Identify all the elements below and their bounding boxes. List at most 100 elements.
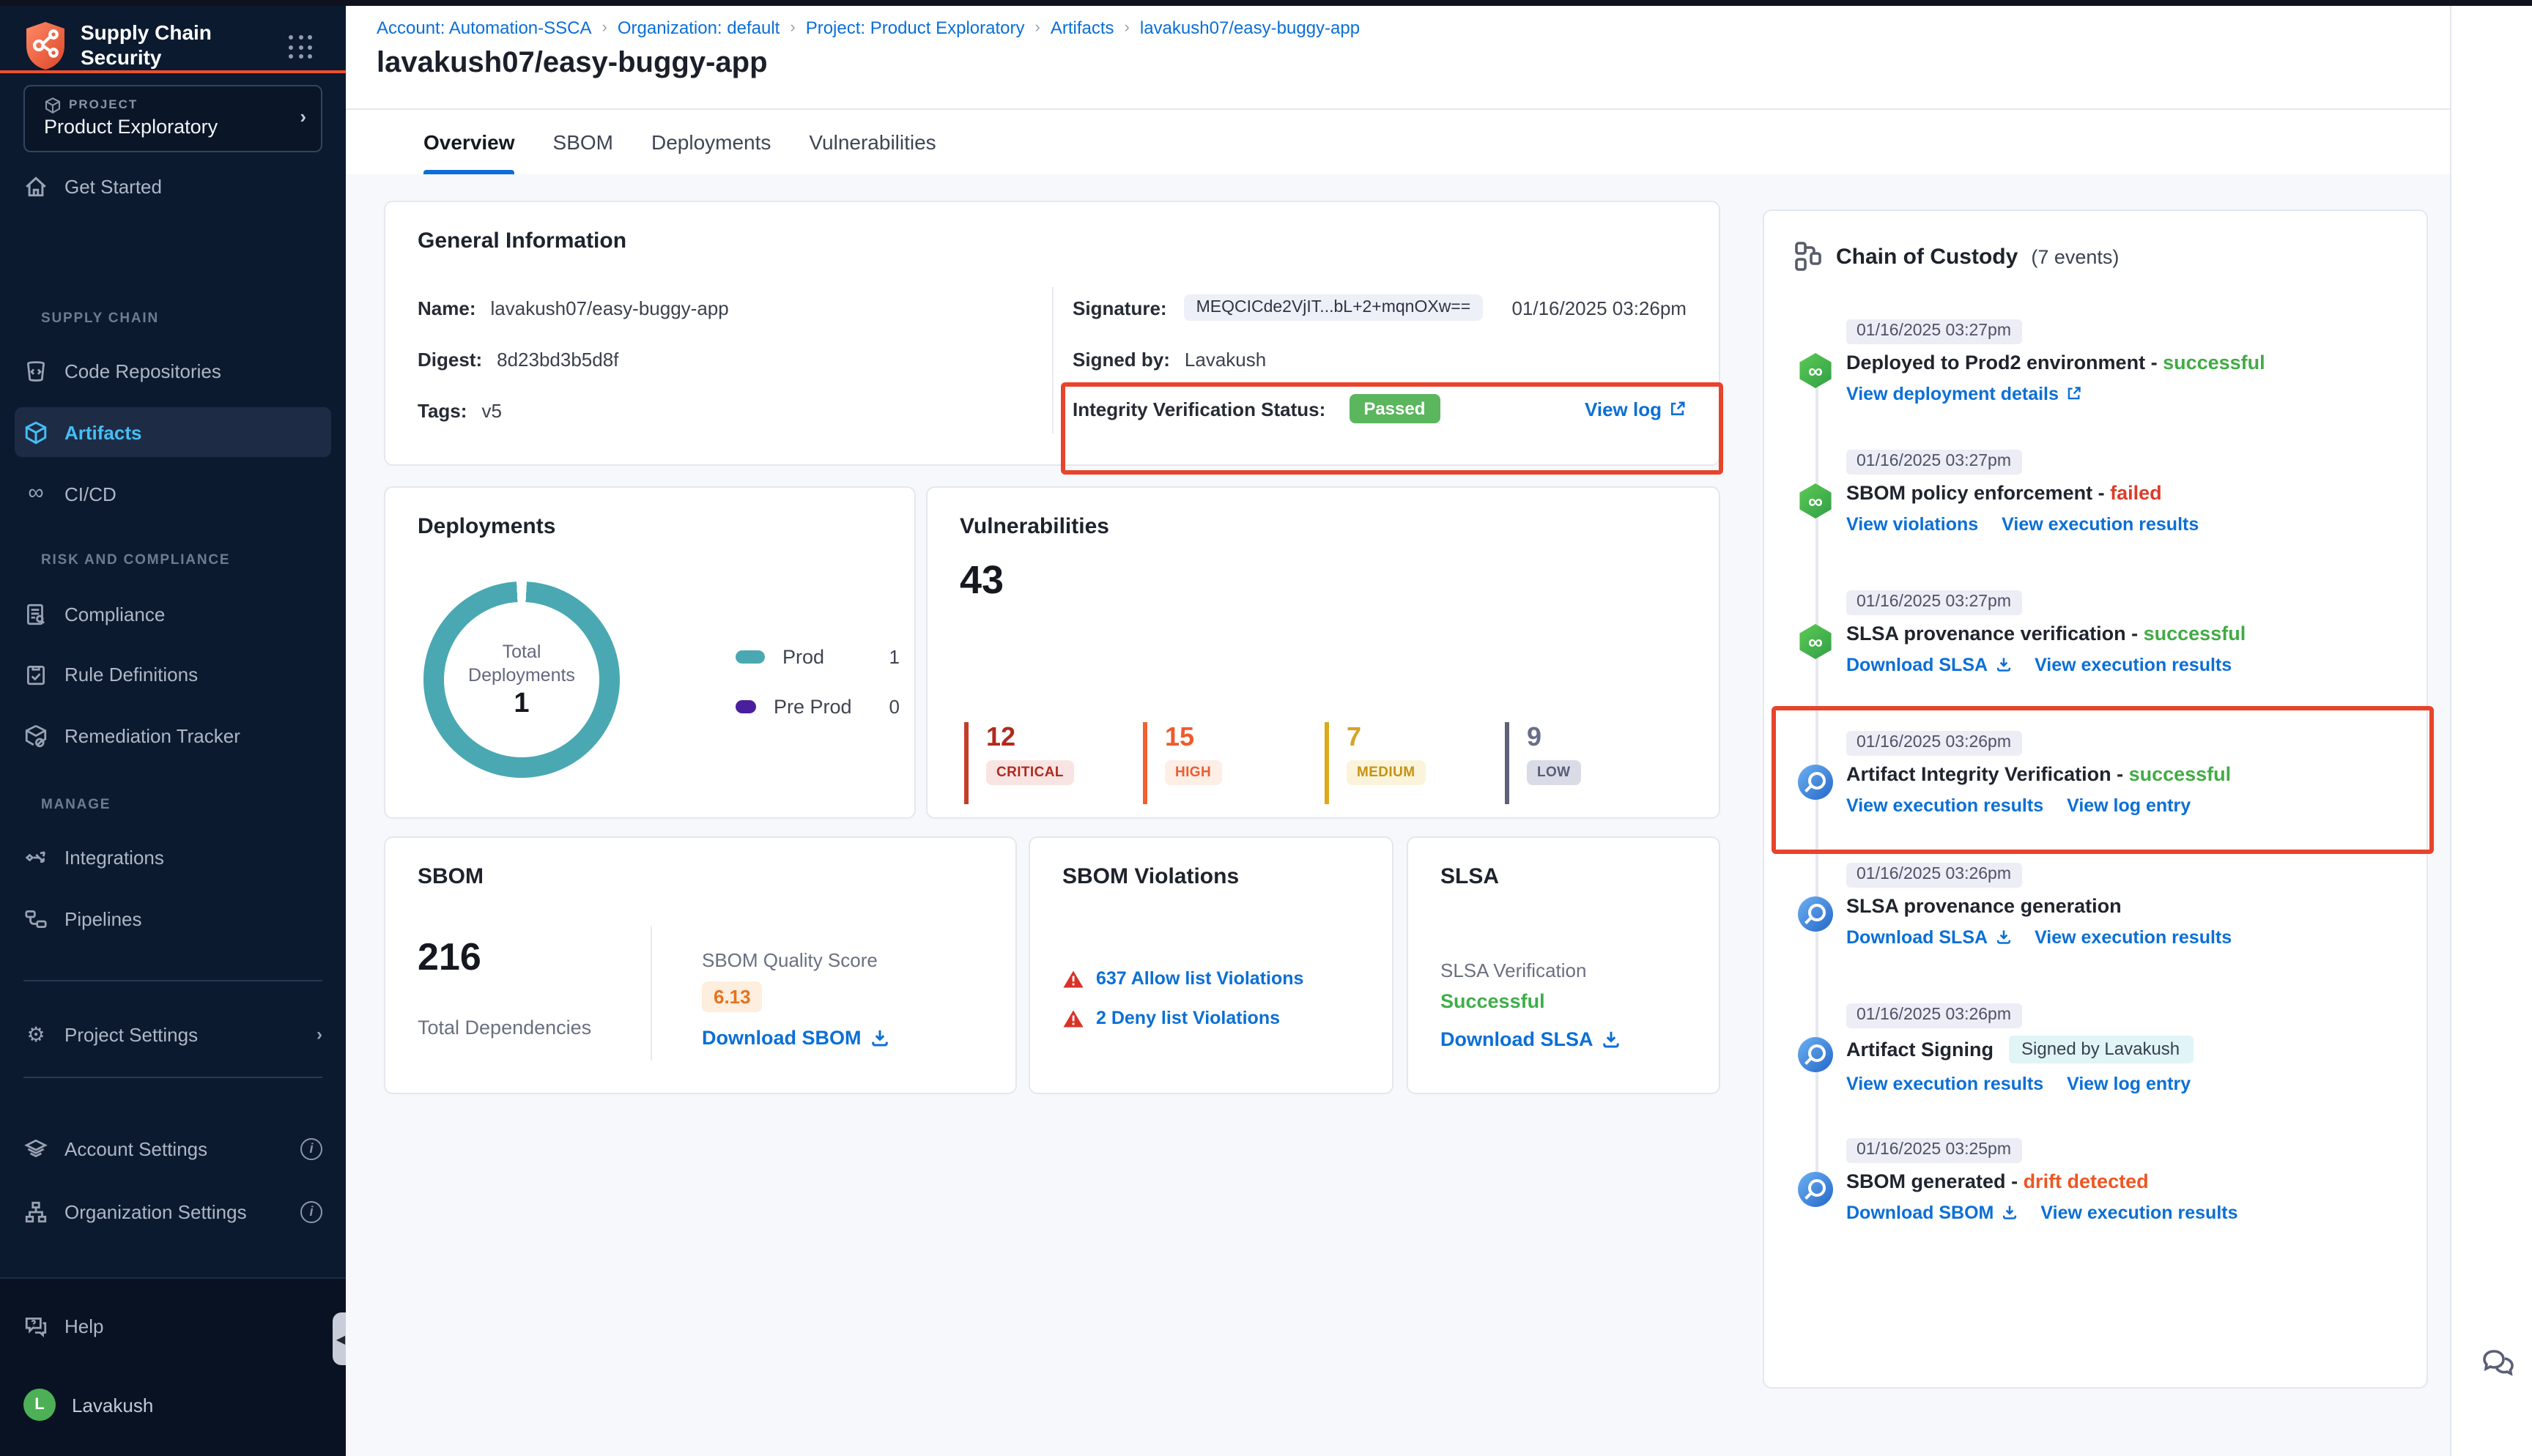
slsa-card: SLSA SLSA Verification Successful Downlo… <box>1407 836 1720 1094</box>
breadcrumb-project[interactable]: Project: Product Exploratory <box>806 18 1025 38</box>
avatar: L <box>23 1389 56 1421</box>
deny-list-violations-link[interactable]: 2 Deny list Violations <box>1062 1008 1280 1028</box>
section-label-manage: MANAGE <box>41 797 111 813</box>
sidebar-item-remediation-tracker[interactable]: Remediation Tracker <box>23 715 322 756</box>
view-execution-results-link[interactable]: View execution results <box>2035 926 2232 947</box>
view-log-entry-link[interactable]: View log entry <box>2067 795 2191 815</box>
section-label-supply-chain: SUPPLY CHAIN <box>41 311 159 327</box>
view-execution-results-link[interactable]: View execution results <box>2002 513 2199 534</box>
severity-critical: 12 CRITICAL <box>964 722 1074 804</box>
event-timestamp: 01/16/2025 03:27pm <box>1846 449 2021 474</box>
donut-legend: Prod 1 Pre Prod 0 <box>736 643 900 743</box>
external-link-icon <box>1669 400 1687 417</box>
view-log-link[interactable]: View log <box>1585 398 1687 420</box>
slsa-verification-label: SLSA Verification <box>1440 959 1586 981</box>
tab-sbom[interactable]: SBOM <box>553 110 613 174</box>
collapse-arrow-icon: ◀ <box>336 1332 345 1345</box>
sbom-violations-card: SBOM Violations 637 Allow list Violation… <box>1029 836 1393 1094</box>
window-top-strip <box>0 0 2532 6</box>
signed-by-badge: Signed by Lavakush <box>2008 1035 2193 1063</box>
event-status: successful <box>2129 762 2232 784</box>
download-icon <box>2001 1204 2017 1220</box>
download-slsa-link[interactable]: Download SLSA <box>1440 1028 1621 1050</box>
total-dependencies-label: Total Dependencies <box>418 1017 591 1039</box>
sidebar-item-organization-settings[interactable]: Organization Settings i <box>23 1191 322 1232</box>
sidebar-item-label: Get Started <box>64 175 162 197</box>
external-link-icon <box>2066 385 2082 401</box>
event-timestamp: 01/16/2025 03:26pm <box>1846 862 2021 887</box>
sidebar-item-label: Help <box>64 1315 104 1337</box>
severity-low: 9 LOW <box>1505 722 1581 804</box>
scan-event-icon <box>1798 1172 1833 1207</box>
info-icon: i <box>300 1200 322 1222</box>
breadcrumb-current[interactable]: lavakush07/easy-buggy-app <box>1140 18 1360 38</box>
deployments-card: Deployments Total Deployments 1 Prod 1 <box>384 486 916 819</box>
event-title: SLSA provenance generation <box>1846 894 2122 916</box>
sidebar-item-label: Compliance <box>64 603 165 625</box>
breadcrumb-organization[interactable]: Organization: default <box>618 18 780 38</box>
sidebar-item-code-repositories[interactable]: Code Repositories <box>23 350 322 391</box>
scan-event-icon <box>1798 896 1833 932</box>
allow-list-violations-link[interactable]: 637 Allow list Violations <box>1062 968 1303 989</box>
sidebar-item-pipelines[interactable]: Pipelines <box>23 898 322 939</box>
integrity-status-label: Integrity Verification Status: <box>1073 398 1325 420</box>
coc-event-slsa-generation: 01/16/2025 03:26pm SLSA provenance gener… <box>1846 860 2403 947</box>
tab-deployments[interactable]: Deployments <box>651 110 771 174</box>
divider <box>1052 287 1054 434</box>
card-title: SLSA <box>1440 864 1499 889</box>
vulnerabilities-card: Vulnerabilities 43 12 CRITICAL 15 HIGH 7… <box>926 486 1720 819</box>
sidebar-item-get-started[interactable]: Get Started <box>23 166 322 207</box>
view-log-entry-link[interactable]: View log entry <box>2067 1073 2191 1093</box>
remediation-box-icon <box>23 723 48 748</box>
sidebar-item-project-settings[interactable]: ⚙ Project Settings › <box>23 1014 322 1055</box>
sidebar-item-integrations[interactable]: Integrations <box>23 836 322 877</box>
brand: Supply Chain Security <box>23 21 242 78</box>
event-status: successful <box>2163 351 2265 373</box>
sidebar-item-rule-definitions[interactable]: Rule Definitions <box>23 653 322 694</box>
total-deployments-value: 1 <box>514 688 529 720</box>
section-label-risk-compliance: RISK AND COMPLIANCE <box>41 552 230 568</box>
sidebar-item-artifacts[interactable]: Artifacts <box>23 412 322 453</box>
view-violations-link[interactable]: View violations <box>1846 513 1978 534</box>
breadcrumb-account[interactable]: Account: Automation-SSCA <box>377 18 592 38</box>
download-sbom-link[interactable]: Download SBOM <box>1846 1202 2017 1222</box>
sidebar-item-label: Project Settings <box>64 1023 198 1045</box>
artifacts-cube-icon <box>23 420 48 445</box>
tab-vulnerabilities[interactable]: Vulnerabilities <box>809 110 936 174</box>
card-title: General Information <box>418 229 626 253</box>
donut-center-label: Total Deployments <box>468 639 575 686</box>
project-selector[interactable]: PROJECT Product Exploratory › <box>23 85 322 152</box>
view-deployment-details-link[interactable]: View deployment details <box>1846 383 2082 404</box>
sidebar-item-cicd[interactable]: ∞ CI/CD <box>23 473 322 514</box>
event-title: SBOM policy enforcement <box>1846 481 2092 503</box>
download-icon <box>1995 929 2011 945</box>
view-execution-results-link[interactable]: View execution results <box>1846 795 2043 815</box>
events-count: (7 events) <box>2031 245 2119 267</box>
deployments-donut-chart: Total Deployments 1 <box>423 582 620 778</box>
view-execution-results-link[interactable]: View execution results <box>1846 1073 2043 1093</box>
clipboard-check-icon <box>23 661 48 686</box>
compliance-doc-icon <box>23 601 48 626</box>
app-switcher-icon[interactable] <box>289 35 314 60</box>
breadcrumb-artifacts[interactable]: Artifacts <box>1051 18 1114 38</box>
home-icon <box>23 174 48 198</box>
user-menu[interactable]: L Lavakush <box>23 1384 322 1425</box>
sidebar-item-help[interactable]: Help <box>23 1305 322 1346</box>
view-execution-results-link[interactable]: View execution results <box>2040 1202 2237 1222</box>
sidebar-item-compliance[interactable]: Compliance <box>23 593 322 634</box>
download-slsa-link[interactable]: Download SLSA <box>1846 926 2011 947</box>
tab-overview[interactable]: Overview <box>423 110 515 174</box>
download-icon <box>870 1028 889 1047</box>
breadcrumb-separator: › <box>602 19 607 37</box>
download-sbom-link[interactable]: Download SBOM <box>702 1027 889 1049</box>
info-icon: i <box>300 1137 322 1159</box>
breadcrumb-separator: › <box>1125 19 1130 37</box>
download-slsa-link[interactable]: Download SLSA <box>1846 654 2011 675</box>
event-status: drift detected <box>2024 1170 2149 1192</box>
app-root: Supply Chain Security PROJECT Product Ex… <box>0 0 2532 1456</box>
view-execution-results-link[interactable]: View execution results <box>2035 654 2232 675</box>
sbom-quality-score-value: 6.13 <box>702 981 763 1012</box>
sidebar-item-account-settings[interactable]: Account Settings i <box>23 1128 322 1169</box>
support-chat-icon[interactable] <box>2481 1348 2516 1387</box>
coc-event-sbom-generated: 01/16/2025 03:25pm SBOM generated - drif… <box>1846 1135 2403 1222</box>
